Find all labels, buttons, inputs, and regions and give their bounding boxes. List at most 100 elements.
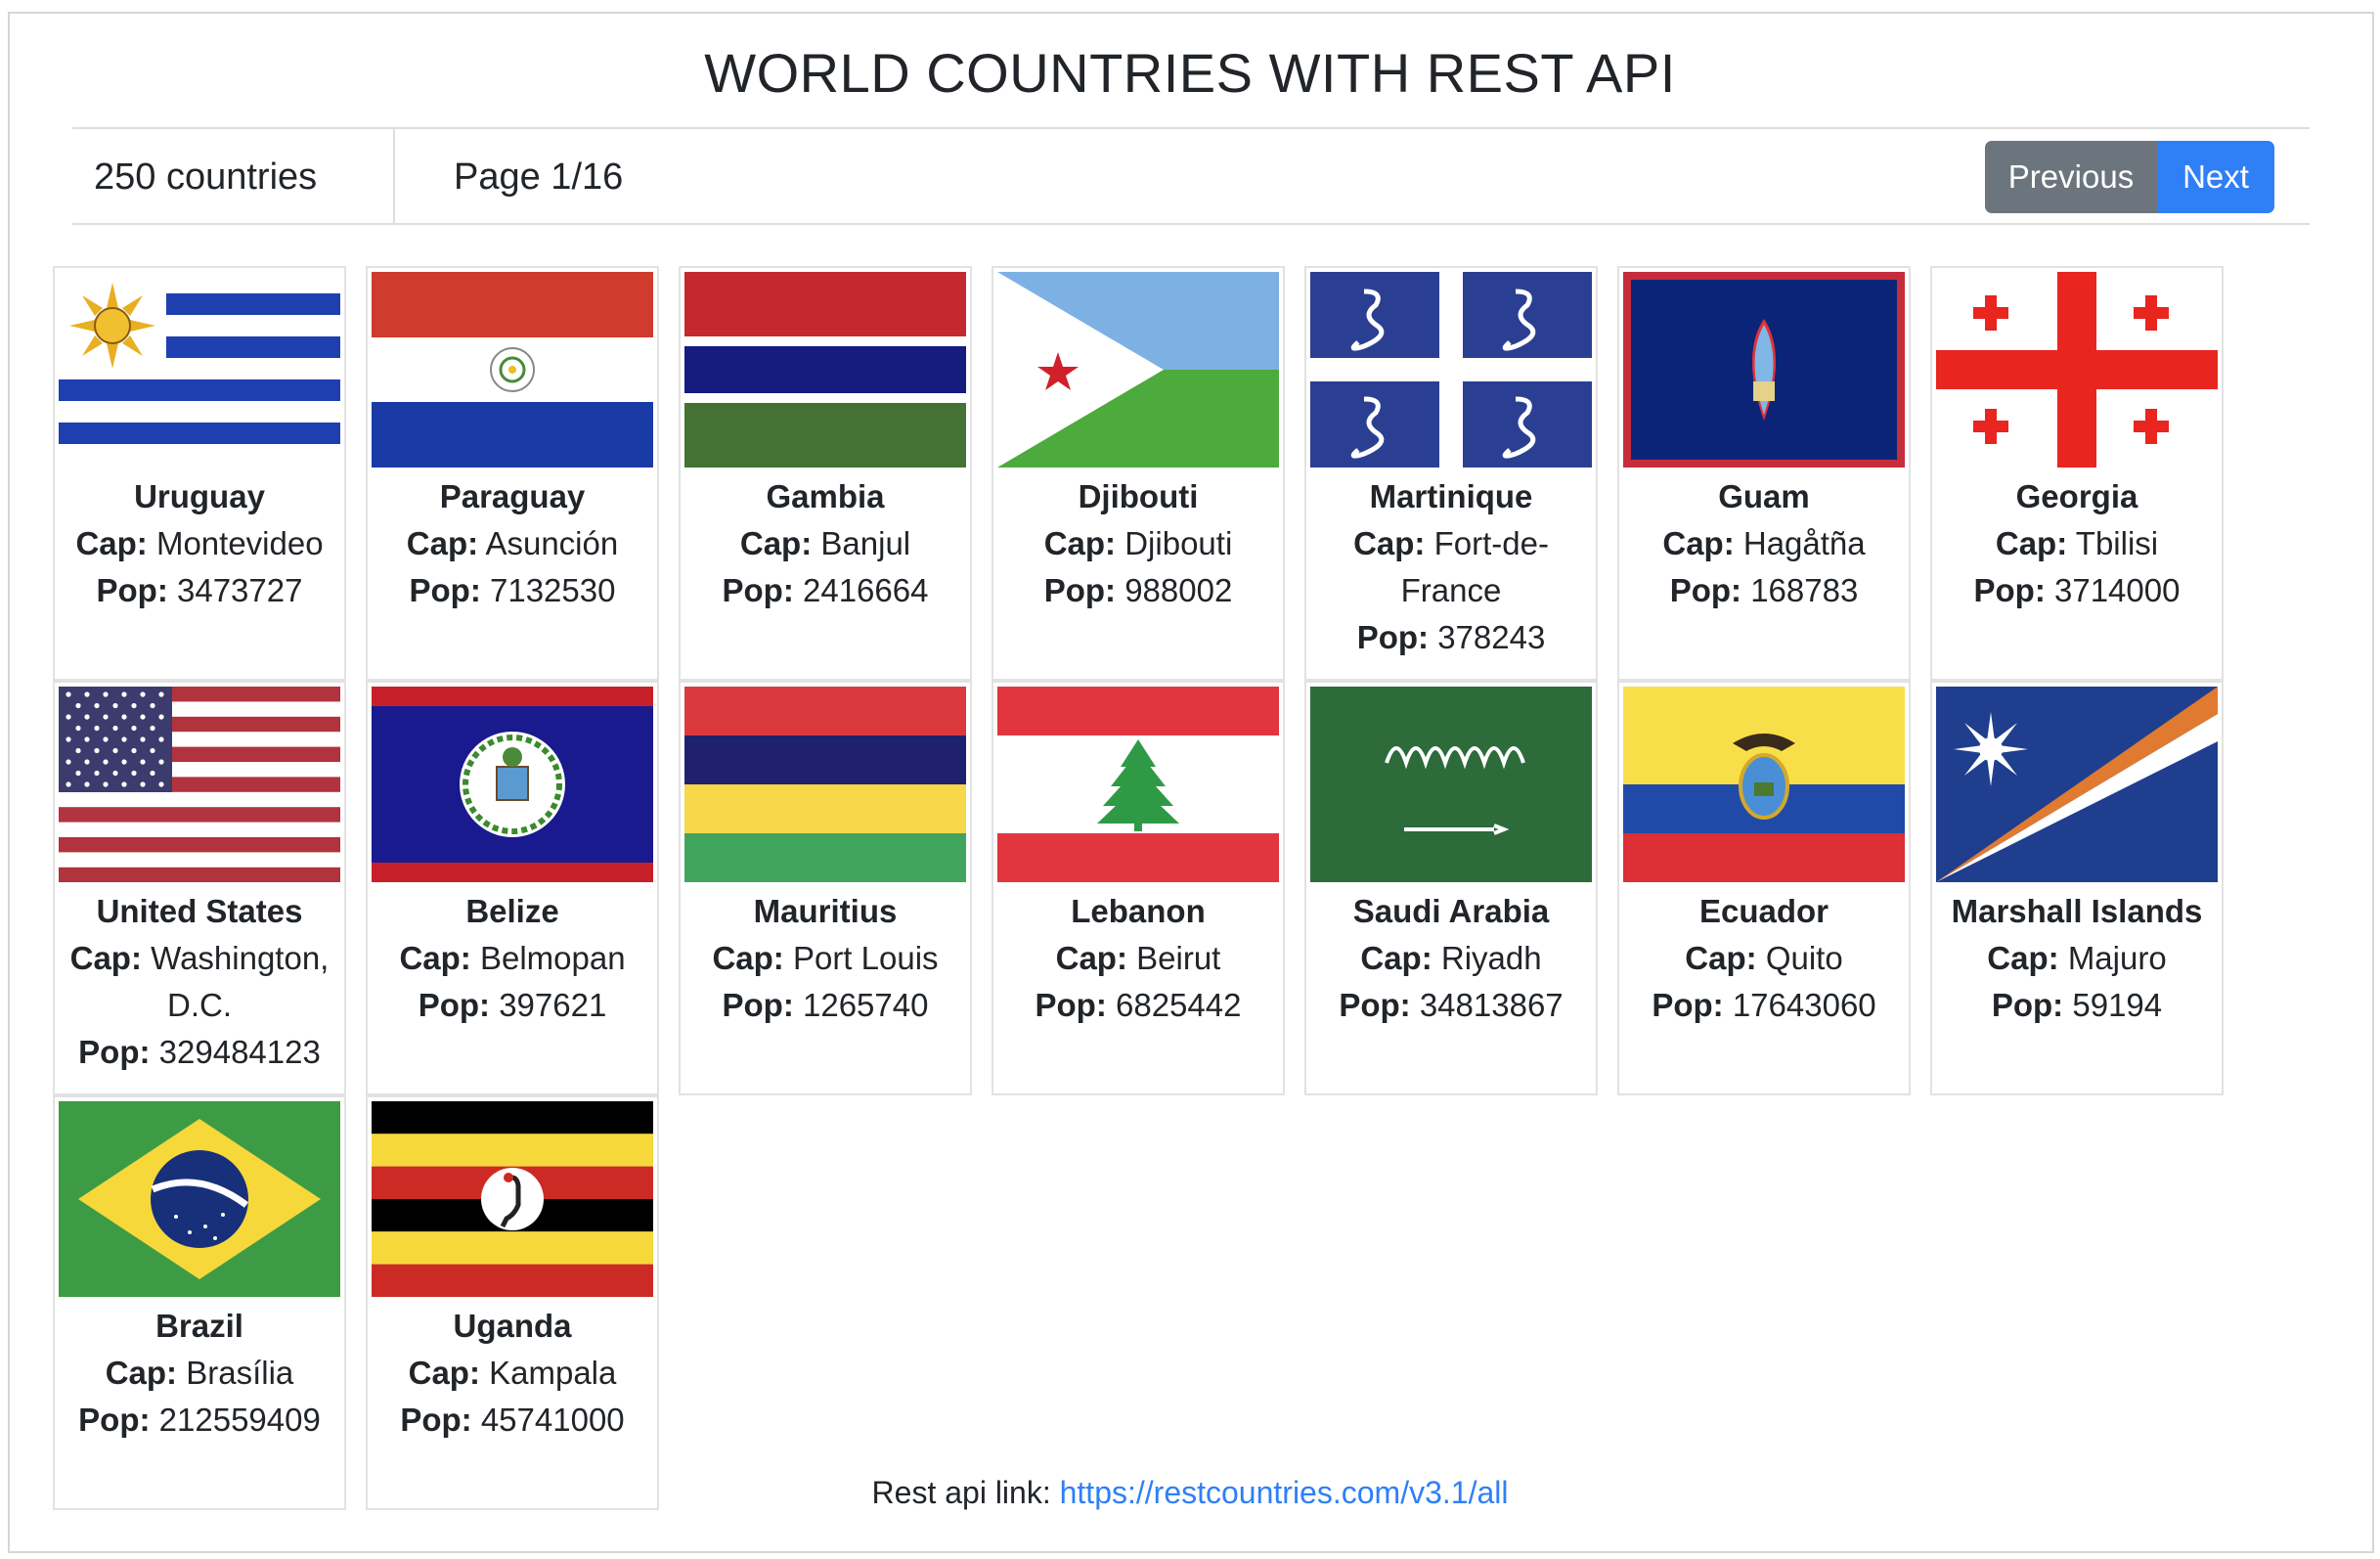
population-value: 212559409: [158, 1402, 321, 1438]
country-name: Uganda: [453, 1308, 572, 1344]
population-value: 17643060: [1732, 987, 1876, 1023]
divider: [393, 129, 395, 223]
population-value: 7132530: [490, 572, 616, 608]
cap-label: Cap:: [406, 525, 479, 561]
country-name: Martinique: [1369, 478, 1533, 514]
population-value: 329484123: [158, 1034, 321, 1070]
marshall-islands-flag: [1936, 687, 2218, 882]
cap-label: Cap:: [408, 1355, 480, 1391]
country-name: Djibouti: [1078, 478, 1199, 514]
country-name: Lebanon: [1071, 893, 1206, 929]
country-capital: Cap: Brasília: [61, 1350, 338, 1397]
country-info: Belize Cap: Belmopan Pop: 397621: [374, 888, 651, 1029]
country-capital: Cap: Tbilisi: [1938, 520, 2216, 567]
country-card: Saudi Arabia Cap: Riyadh Pop: 34813867: [1304, 681, 1598, 1095]
country-name: Gambia: [766, 478, 885, 514]
population-value: 3714000: [2054, 572, 2181, 608]
country-info: Djibouti Cap: Djibouti Pop: 988002: [999, 473, 1277, 614]
cap-label: Cap:: [1360, 940, 1432, 976]
pop-label: Pop:: [78, 1402, 151, 1438]
country-capital: Cap: Hagåtña: [1625, 520, 1903, 567]
country-card: Georgia Cap: Tbilisi Pop: 3714000: [1930, 266, 2224, 681]
country-card: Martinique Cap: Fort-de-France Pop: 3782…: [1304, 266, 1598, 681]
capital-value: Washington, D.C.: [151, 940, 330, 1023]
country-population: Pop: 2416664: [686, 567, 964, 614]
population-value: 34813867: [1419, 987, 1564, 1023]
pop-label: Pop:: [1973, 572, 2046, 608]
country-population: Pop: 1265740: [686, 982, 964, 1029]
country-capital: Cap: Banjul: [686, 520, 964, 567]
cap-label: Cap:: [75, 525, 148, 561]
divider: [72, 127, 2310, 129]
country-info: Martinique Cap: Fort-de-France Pop: 3782…: [1312, 473, 1590, 661]
cap-label: Cap:: [1662, 525, 1735, 561]
capital-value: Tbilisi: [2075, 525, 2159, 561]
country-capital: Cap: Majuro: [1938, 935, 2216, 982]
pop-label: Pop:: [722, 572, 794, 608]
cap-label: Cap:: [1055, 940, 1127, 976]
capital-value: Belmopan: [479, 940, 626, 976]
pop-label: Pop:: [78, 1034, 151, 1070]
country-population: Pop: 329484123: [61, 1029, 338, 1076]
pop-label: Pop:: [1991, 987, 2064, 1023]
cap-label: Cap:: [1043, 525, 1117, 561]
country-population: Pop: 3714000: [1938, 567, 2216, 614]
georgia-flag: [1936, 272, 2218, 468]
page-indicator: Page 1/16: [454, 156, 624, 198]
cap-label: Cap:: [69, 940, 142, 976]
pop-label: Pop:: [1669, 572, 1742, 608]
country-population: Pop: 3473727: [61, 567, 338, 614]
rest-api-link[interactable]: https://restcountries.com/v3.1/all: [1060, 1475, 1509, 1510]
country-name: Ecuador: [1698, 893, 1829, 929]
mauritius-flag: [684, 687, 966, 882]
pop-label: Pop:: [1652, 987, 1724, 1023]
country-card: Uruguay Cap: Montevideo Pop: 3473727: [53, 266, 346, 681]
guam-flag: [1623, 272, 1905, 468]
country-name: Brazil: [155, 1308, 243, 1344]
country-name: Saudi Arabia: [1352, 893, 1550, 929]
next-button[interactable]: Next: [2157, 141, 2274, 213]
brazil-flag: [59, 1101, 340, 1297]
cap-label: Cap:: [739, 525, 813, 561]
country-info: Paraguay Cap: Asunción Pop: 7132530: [374, 473, 651, 614]
country-card: Marshall Islands Cap: Majuro Pop: 59194: [1930, 681, 2224, 1095]
cap-label: Cap:: [1987, 940, 2059, 976]
population-value: 1265740: [803, 987, 929, 1023]
country-info: United States Cap: Washington, D.C. Pop:…: [61, 888, 338, 1076]
cap-label: Cap:: [712, 940, 784, 976]
country-capital: Cap: Kampala: [374, 1350, 651, 1397]
country-info: Ecuador Cap: Quito Pop: 17643060: [1625, 888, 1903, 1029]
country-info: Lebanon Cap: Beirut Pop: 6825442: [999, 888, 1277, 1029]
country-card: United States Cap: Washington, D.C. Pop:…: [53, 681, 346, 1095]
country-capital: Cap: Beirut: [999, 935, 1277, 982]
pop-label: Pop:: [400, 1402, 472, 1438]
country-capital: Cap: Djibouti: [999, 520, 1277, 567]
capital-value: Banjul: [820, 525, 911, 561]
country-capital: Cap: Washington, D.C.: [61, 935, 338, 1029]
country-card: Guam Cap: Hagåtña Pop: 168783: [1617, 266, 1911, 681]
capital-value: Djibouti: [1124, 525, 1233, 561]
country-capital: Cap: Fort-de-France: [1312, 520, 1590, 614]
page-title: WORLD COUNTRIES WITH REST API: [704, 42, 1676, 104]
population-value: 378243: [1437, 619, 1546, 655]
country-info: Guam Cap: Hagåtña Pop: 168783: [1625, 473, 1903, 614]
ecuador-flag: [1623, 687, 1905, 882]
population-value: 397621: [499, 987, 607, 1023]
capital-value: Quito: [1765, 940, 1843, 976]
country-info: Georgia Cap: Tbilisi Pop: 3714000: [1938, 473, 2216, 614]
country-card: Gambia Cap: Banjul Pop: 2416664: [679, 266, 972, 681]
footer: Rest api link: https://restcountries.com…: [0, 1475, 2380, 1511]
country-name: Mauritius: [753, 893, 898, 929]
cap-label: Cap:: [1353, 525, 1426, 561]
country-capital: Cap: Quito: [1625, 935, 1903, 982]
country-name: Guam: [1718, 478, 1810, 514]
country-population: Pop: 34813867: [1312, 982, 1590, 1029]
country-info: Marshall Islands Cap: Majuro Pop: 59194: [1938, 888, 2216, 1029]
country-name: Georgia: [2015, 478, 2138, 514]
previous-button[interactable]: Previous: [1985, 141, 2157, 213]
country-population: Pop: 17643060: [1625, 982, 1903, 1029]
country-capital: Cap: Montevideo: [61, 520, 338, 567]
pop-label: Pop:: [722, 987, 794, 1023]
country-card: Brazil Cap: Brasília Pop: 212559409: [53, 1095, 346, 1510]
country-population: Pop: 378243: [1312, 614, 1590, 661]
